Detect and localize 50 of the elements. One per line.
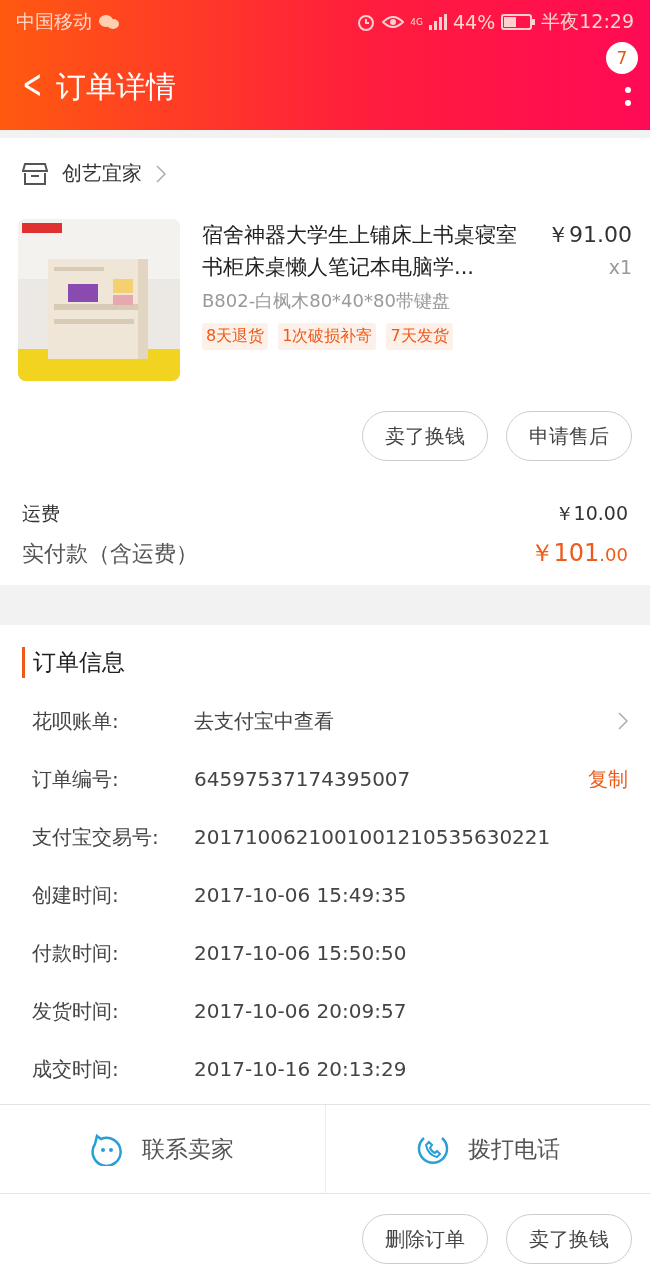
info-value: 2017-10-06 20:09:57 (194, 999, 408, 1023)
info-label: 发货时间: (32, 997, 120, 1025)
battery-percent: 44% (453, 11, 496, 33)
wechat-icon (98, 14, 120, 30)
carrier-name: 中国移动 (16, 9, 92, 34)
service-tag: 7天发货 (386, 323, 453, 350)
network-label: 4G (410, 17, 423, 27)
info-value: 64597537174395007 (194, 767, 412, 791)
info-label: 创建时间: (32, 881, 120, 909)
fee-value: ￥101.00 (529, 538, 628, 569)
contact-button[interactable]: 拨打电话 (324, 1105, 650, 1193)
alarm-icon (356, 12, 377, 32)
info-value: 2017-10-06 15:50:50 (194, 941, 408, 965)
info-label: 付款时间: (32, 939, 120, 967)
battery-icon (501, 14, 536, 30)
fee-value: ￥10.00 (554, 501, 628, 526)
store-icon (22, 161, 48, 186)
info-label: 成交时间: (32, 1055, 120, 1083)
store-name: 创艺宜家 (62, 160, 142, 187)
copy-link[interactable]: 复制 (588, 765, 628, 793)
info-label: 花呗账单: (32, 707, 120, 735)
info-value: 2017100621001001210535630221 (194, 825, 552, 849)
chevron-right-icon (156, 164, 166, 183)
service-tag: 1次破损补寄 (278, 323, 377, 350)
action-button[interactable]: 卖了换钱 (362, 411, 488, 461)
contact-button[interactable]: 联系卖家 (0, 1105, 325, 1193)
action-button[interactable]: 申请售后 (506, 411, 632, 461)
product-quantity: x1 (608, 255, 632, 280)
chevron-right-icon[interactable] (618, 712, 628, 730)
signal-icon (429, 14, 447, 30)
product-variant: B802-白枫木80*40*80带键盘 (202, 289, 451, 313)
fee-label: 运费 (22, 501, 60, 526)
info-label: 订单编号: (32, 765, 120, 793)
product-price: ￥91.00 (547, 221, 632, 249)
section-title: 订单信息 (22, 647, 628, 678)
store-row[interactable]: 创艺宜家 (0, 138, 650, 209)
info-value: 去支付宝中查看 (194, 707, 335, 735)
product-title[interactable]: 宿舍神器大学生上铺床上书桌寝室书柜床桌懒人笔记本电脑学... (202, 219, 537, 283)
service-tag: 8天退货 (202, 323, 269, 350)
eye-icon (382, 14, 405, 30)
page-title: 订单详情 (55, 67, 176, 106)
action-button[interactable]: 卖了换钱 (506, 1214, 632, 1264)
fee-label: 实付款（含运费） (22, 540, 198, 568)
info-label: 支付宝交易号: (32, 823, 160, 851)
info-value: 2017-10-06 15:49:35 (194, 883, 408, 907)
clock: 半夜12:29 (541, 9, 634, 34)
notification-badge: 7 (606, 42, 638, 74)
action-button[interactable]: 删除订单 (362, 1214, 488, 1264)
smiley-chat-icon (90, 1132, 125, 1166)
info-value: 2017-10-16 20:13:29 (194, 1057, 408, 1081)
